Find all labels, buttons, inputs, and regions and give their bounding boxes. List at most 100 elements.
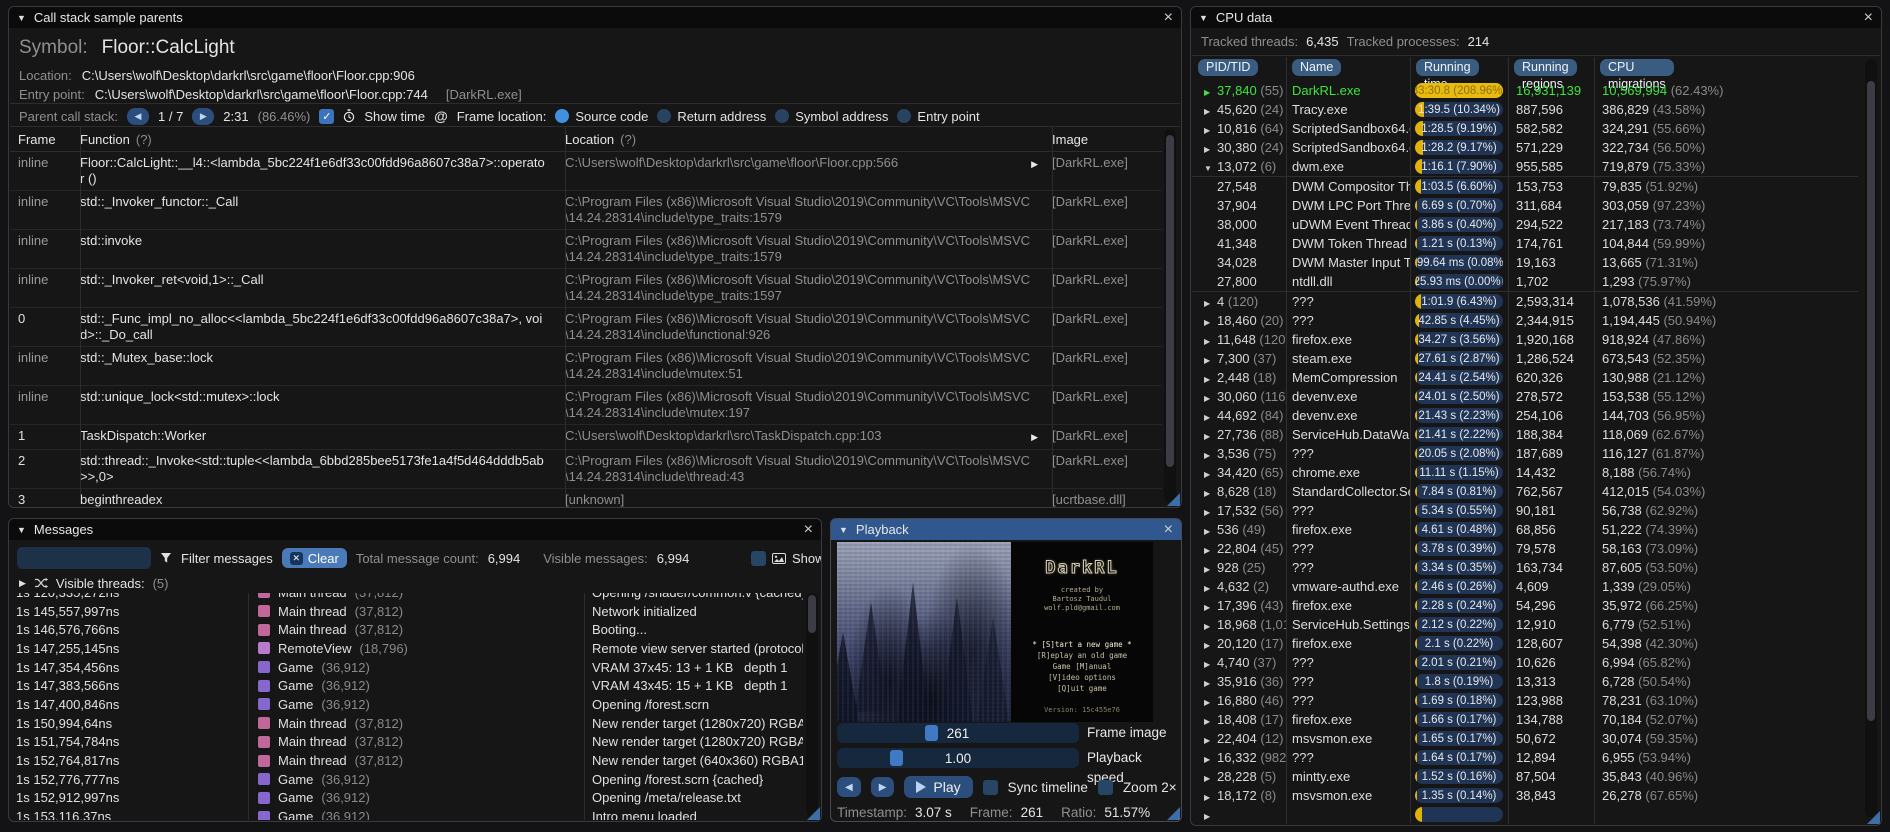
- radio-icon[interactable]: [775, 109, 790, 123]
- cpu-thread-row[interactable]: 38,000 uDWM Event Thread 3.86 s (0.40%) 294…: [1192, 215, 1858, 234]
- clear-button[interactable]: ✕ Clear: [281, 548, 347, 568]
- filter-input[interactable]: [17, 547, 151, 569]
- cpu-process-row[interactable]: ▶18,968 (1,018) ServiceHub.SettingsHost.e…: [1192, 615, 1858, 634]
- cpu-process-row[interactable]: ▶ 37,840 (55) DarkRL.exe 33:30.8 (208.96%) 1…: [1192, 81, 1858, 100]
- column-header-running-regions[interactable]: Running regions: [1514, 59, 1577, 91]
- expand-arrow-icon[interactable]: ▶: [1204, 375, 1217, 384]
- expand-arrow-icon[interactable]: ▶: [1204, 679, 1217, 688]
- collapse-arrow-icon[interactable]: ▼: [17, 13, 26, 23]
- expand-arrow-icon[interactable]: ▶: [1204, 145, 1217, 154]
- expand-arrow-icon[interactable]: ▶: [1204, 717, 1217, 726]
- expand-arrow-icon[interactable]: ▶: [1204, 356, 1217, 365]
- cpu-thread-row[interactable]: 27,800 ntdll.dll 25.93 ms (0.00%) 1,702 1,29…: [1192, 272, 1858, 292]
- expand-arrow-icon[interactable]: ▶: [1204, 432, 1217, 441]
- cpu-process-row[interactable]: ▶ 44,692 (84) devenv.exe 21.43 s (2.23%) 254…: [1192, 406, 1858, 425]
- cpu-process-row[interactable]: ▶ 45,620 (24) Tracy.exe 1:39.5 (10.34%) 887,…: [1192, 100, 1858, 119]
- expand-arrow-icon[interactable]: ▶: [1204, 508, 1217, 517]
- expand-arrow-icon[interactable]: ▶: [1204, 736, 1217, 745]
- cpu-process-row[interactable]: ▶16,332 (982)??? 1.64 s (0.17%) 12,894 6,95…: [1192, 748, 1858, 767]
- callstack-row[interactable]: inline std::invoke C:\Program Files (x86)\…: [10, 230, 1162, 269]
- message-row[interactable]: 1s 152,776,777ns Game (36,912) Opening /for…: [10, 770, 803, 789]
- column-header-pid-tid[interactable]: PID/TID: [1198, 59, 1259, 76]
- radio-icon[interactable]: [555, 109, 570, 123]
- expand-arrow-icon[interactable]: ▶: [1204, 489, 1217, 498]
- resize-grip[interactable]: [807, 807, 820, 820]
- cpu-process-row[interactable]: ▶ 17,396 (43) firefox.exe 2.28 s (0.24%) 54,…: [1192, 596, 1858, 615]
- step-back-button[interactable]: ◀: [837, 777, 861, 797]
- cpu-process-row[interactable]: ▶ 18,408 (17) firefox.exe 1.66 s (0.17%) 134…: [1192, 710, 1858, 729]
- cpu-process-row[interactable]: ▶ 4 (120)??? 1:01.9 (6.43%) 2,593,314 1,078,…: [1192, 292, 1858, 311]
- cpu-process-row[interactable]: ▶30,060 (116) devenv.exe 24.01 s (2.50%) 27…: [1192, 387, 1858, 406]
- cpu-process-row[interactable]: ▶ 3,536 (75)??? 20.05 s (2.08%) 187,689 116,…: [1192, 444, 1858, 463]
- cpu-process-row[interactable]: ▶8,628 (18) StandardCollector.Service.e 7.…: [1192, 482, 1858, 501]
- expand-arrow-icon[interactable]: ▶: [1204, 527, 1217, 536]
- expand-arrow-icon[interactable]: ▶: [1204, 584, 1217, 593]
- expand-arrow-icon[interactable]: ▶: [1204, 107, 1217, 116]
- cpu-process-row[interactable]: ▶11,648 (120) firefox.exe 34.27 s (3.56%) 1…: [1192, 330, 1858, 349]
- collapse-arrow-icon[interactable]: ▼: [17, 525, 26, 535]
- cpu-process-row[interactable]: ▶ 4,632 (2) vmware-authd.exe 2.46 s (0.26%)…: [1192, 577, 1858, 596]
- radio-entry-point[interactable]: Entry point: [897, 109, 980, 124]
- resize-grip[interactable]: [1867, 811, 1880, 824]
- expand-arrow-icon[interactable]: ▶: [1204, 126, 1217, 135]
- message-row[interactable]: 1s 147,354,456ns Game (36,912) VRAM 37x45: …: [10, 658, 803, 677]
- close-icon[interactable]: ×: [1164, 9, 1173, 25]
- cpu-scrollbar[interactable]: [1865, 59, 1877, 817]
- callstack-row[interactable]: 3 beginthreadex [unknown] [ucrtbase.dll]: [10, 489, 1162, 507]
- close-icon[interactable]: ×: [1164, 521, 1173, 537]
- radio-icon[interactable]: [897, 109, 912, 123]
- callstack-row[interactable]: inline std::_Mutex_base::lock C:\Program F…: [10, 347, 1162, 386]
- message-row[interactable]: 1s 153,116,37ns Game (36,912) Intro menu lo…: [10, 807, 803, 820]
- frame-image-slider[interactable]: 261: [837, 723, 1079, 743]
- collapse-arrow-icon[interactable]: ▼: [1199, 13, 1208, 23]
- expand-arrow-icon[interactable]: ▶: [1204, 413, 1217, 422]
- goto-source-arrow-icon[interactable]: ▶: [1031, 429, 1038, 445]
- expand-arrow-icon[interactable]: ▶: [1204, 641, 1217, 650]
- resize-grip[interactable]: [1167, 493, 1180, 506]
- column-header-running-time[interactable]: Running time: [1416, 59, 1479, 91]
- callstack-row[interactable]: inline std::_Invoker_ret<void,1>::_Call C:…: [10, 269, 1162, 308]
- cpu-process-row[interactable]: ▶ 16,880 (46)??? 1.69 s (0.18%) 123,988 78,2…: [1192, 691, 1858, 710]
- message-row[interactable]: 1s 147,400,846ns Game (36,912) Opening /for…: [10, 695, 803, 714]
- cpu-process-row[interactable]: ▶ 18,460 (20)??? 42.85 s (4.45%) 2,344,915 1…: [1192, 311, 1858, 330]
- expand-arrow-icon[interactable]: ▶: [1204, 660, 1217, 669]
- cpu-thread-row[interactable]: 37,904 DWM LPC Port Thread 6.69 s (0.70%) 3…: [1192, 196, 1858, 215]
- show-time-checkbox[interactable]: ✓: [319, 108, 335, 124]
- cpu-process-row[interactable]: ▶ 536 (49) firefox.exe 4.61 s (0.48%) 68,856…: [1192, 520, 1858, 539]
- radio-symbol-address[interactable]: Symbol address: [775, 109, 888, 124]
- radio-source-code[interactable]: Source code: [555, 109, 648, 124]
- column-header-image[interactable]: Image: [1044, 132, 1162, 147]
- message-row[interactable]: 1s 147,383,566ns Game (36,912) VRAM 43x45: …: [10, 676, 803, 695]
- resize-grip[interactable]: [1167, 807, 1180, 820]
- cpu-process-row[interactable]: ▶ 22,404 (12) msvsmon.exe 1.65 s (0.17%) 50,…: [1192, 729, 1858, 748]
- expand-arrow-icon[interactable]: ▶: [1204, 299, 1217, 308]
- scrollbar-thumb[interactable]: [1867, 81, 1875, 721]
- expand-arrow-icon[interactable]: ▶: [1204, 565, 1217, 574]
- cpu-thread-row[interactable]: 34,028 DWM Master Input Thread 799.64 ms (…: [1192, 253, 1858, 272]
- expand-arrow-icon[interactable]: ▼: [1204, 164, 1217, 173]
- callstack-row[interactable]: inline std::_Invoker_functor::_Call C:\Pro…: [10, 191, 1162, 230]
- cpu-process-row[interactable]: ▶: [1192, 805, 1858, 824]
- cpu-process-row[interactable]: ▶ 35,916 (36)??? 1.8 s (0.19%) 13,313 6,728 …: [1192, 672, 1858, 691]
- callstack-row[interactable]: 0 std::_Func_impl_no_alloc<<lambda_5bc224…: [10, 308, 1162, 347]
- show-images-checkbox[interactable]: [751, 550, 766, 566]
- cpu-process-row[interactable]: ▶ 18,172 (8) msvsmon.exe 1.35 s (0.14%) 38,8…: [1192, 786, 1858, 805]
- expand-arrow-icon[interactable]: ▶: [1204, 622, 1217, 631]
- callstack-row[interactable]: inline Floor::CalcLight::__l4::<lambda_5b…: [10, 152, 1162, 191]
- cpu-thread-row[interactable]: 27,548 DWM Compositor Thread 1:03.5 (6.60%…: [1192, 176, 1858, 196]
- message-row[interactable]: 1s 152,764,817ns Main thread (37,812) New r…: [10, 751, 803, 770]
- radio-icon[interactable]: [657, 109, 672, 123]
- cpu-process-row[interactable]: ▶ 22,804 (45)??? 3.78 s (0.39%) 79,578 58,16…: [1192, 539, 1858, 558]
- close-icon[interactable]: ×: [804, 521, 813, 537]
- step-forward-button[interactable]: ▶: [870, 777, 895, 797]
- expand-arrow-icon[interactable]: ▶: [1204, 793, 1217, 802]
- callstack-row[interactable]: inline std::unique_lock<std::mutex>::lock…: [10, 386, 1162, 425]
- expand-arrow-icon[interactable]: ▶: [1204, 546, 1217, 555]
- cpu-process-row[interactable]: ▶ 20,120 (17) firefox.exe 2.1 s (0.22%) 128,…: [1192, 634, 1858, 653]
- playback-speed-slider[interactable]: 1.00: [837, 748, 1079, 768]
- play-button[interactable]: Play: [904, 776, 973, 798]
- expand-arrow-icon[interactable]: ▶: [19, 578, 26, 589]
- expand-arrow-icon[interactable]: ▶: [1204, 394, 1217, 403]
- scrollbar-thumb[interactable]: [1166, 135, 1174, 467]
- prev-callstack-button[interactable]: ◀: [127, 107, 149, 125]
